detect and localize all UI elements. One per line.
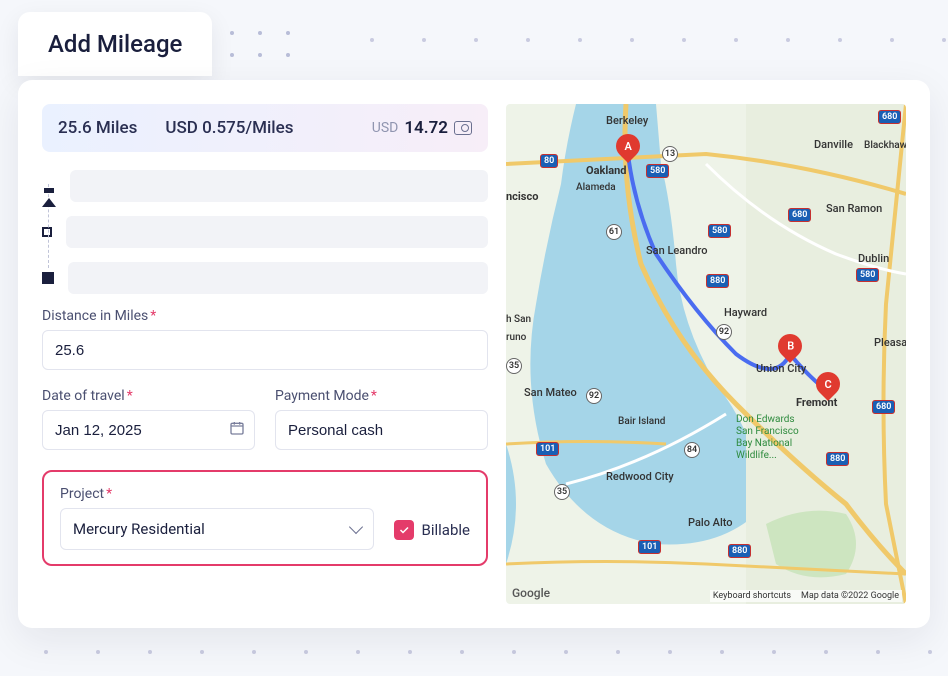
project-highlight: Project* Mercury Residential Billable [42,470,488,566]
waypoint-end-input[interactable] [68,262,488,294]
hwy-680c-icon: 680 [872,400,895,414]
page-title: Add Mileage [48,30,182,58]
google-logo: Google [512,586,550,600]
hwy-84-icon: 84 [684,442,700,458]
map-label-blackhawk: Blackhawk [864,140,906,151]
decoration-mini-dots [230,31,290,57]
map-label-runo: runo [506,332,526,343]
hwy-880c-icon: 880 [728,544,751,558]
waypoint-stop-input[interactable] [66,216,488,248]
hwy-680a-icon: 680 [878,110,901,124]
hwy-13-icon: 13 [662,146,678,162]
map-label-pleasa: Pleasa [874,336,906,349]
map-label-nsan: h San [506,314,531,325]
distance-input[interactable] [42,330,488,370]
map-park-label: Don Edwards San Francisco Bay National W… [736,414,799,462]
mileage-card: 25.6 Miles USD 0.575/Miles USD 14.72 [18,80,930,628]
map-attribution: Keyboard shortcuts Map data ©2022 Google [710,590,902,602]
distance-label: Distance in Miles* [42,308,488,324]
waypoint-end-icon [42,272,54,284]
money-icon [454,121,472,135]
hwy-35b-icon: 35 [554,484,570,500]
chevron-down-icon [348,520,362,534]
hwy-101a-icon: 101 [536,442,559,456]
payment-label: Payment Mode* [275,388,488,404]
waypoint-list [42,170,488,294]
project-label: Project* [60,486,374,502]
map-label-fremont: Fremont [796,396,837,409]
project-select[interactable]: Mercury Residential [60,508,374,550]
route-map[interactable]: A B C Oakland Berkeley Alameda ncisco Sa… [506,104,906,604]
map-label-danville: Danville [814,138,853,151]
map-label-unioncity: Union City [756,362,806,375]
project-value: Mercury Residential [73,520,205,538]
hwy-680b-icon: 680 [788,208,811,222]
map-label-sanleandro: San Leandro [646,244,708,257]
map-label-sanmateo: San Mateo [524,386,577,399]
summary-total-value: 14.72 [404,118,448,138]
billable-checkbox[interactable] [394,520,414,540]
decoration-dots-bottom [44,650,932,654]
home-icon [42,179,56,193]
map-label-bair: Bair Island [618,416,665,427]
map-label-dublin: Dublin [858,252,889,265]
tab-add-mileage[interactable]: Add Mileage [18,12,212,76]
map-label-berkeley: Berkeley [606,114,648,127]
map-label-oakland: Oakland [586,164,627,177]
hwy-101b-icon: 101 [638,540,661,554]
hwy-80-icon: 80 [540,154,558,168]
hwy-92b-icon: 92 [716,324,732,340]
billable-label: Billable [422,521,470,539]
map-label-alameda: Alameda [576,182,616,193]
hwy-580-icon: 580 [646,164,669,178]
hwy-580c-icon: 580 [856,268,879,282]
hwy-880a-icon: 880 [706,274,729,288]
summary-total: USD 14.72 [372,118,472,138]
summary-currency: USD [372,120,399,136]
waypoint-stop-icon [42,227,52,237]
hwy-580b-icon: 580 [708,224,731,238]
map-label-hayward: Hayward [724,306,767,319]
hwy-92a-icon: 92 [586,388,602,404]
date-input[interactable] [42,410,255,450]
date-label: Date of travel* [42,388,255,404]
waypoint-start-input[interactable] [70,170,488,202]
hwy-880b-icon: 880 [826,452,849,466]
summary-miles: 25.6 Miles [58,118,137,138]
map-label-redwood: Redwood City [606,470,674,483]
payment-input[interactable] [275,410,488,450]
map-label-sanramon: San Ramon [826,202,882,215]
map-label-sf: ncisco [506,190,538,203]
summary-bar: 25.6 Miles USD 0.575/Miles USD 14.72 [42,104,488,152]
hwy-35-icon: 35 [506,358,522,374]
map-label-paloalto: Palo Alto [688,516,733,529]
summary-rate: USD 0.575/Miles [165,118,293,138]
decoration-dots-top [370,38,946,42]
hwy-61-icon: 61 [606,224,622,240]
